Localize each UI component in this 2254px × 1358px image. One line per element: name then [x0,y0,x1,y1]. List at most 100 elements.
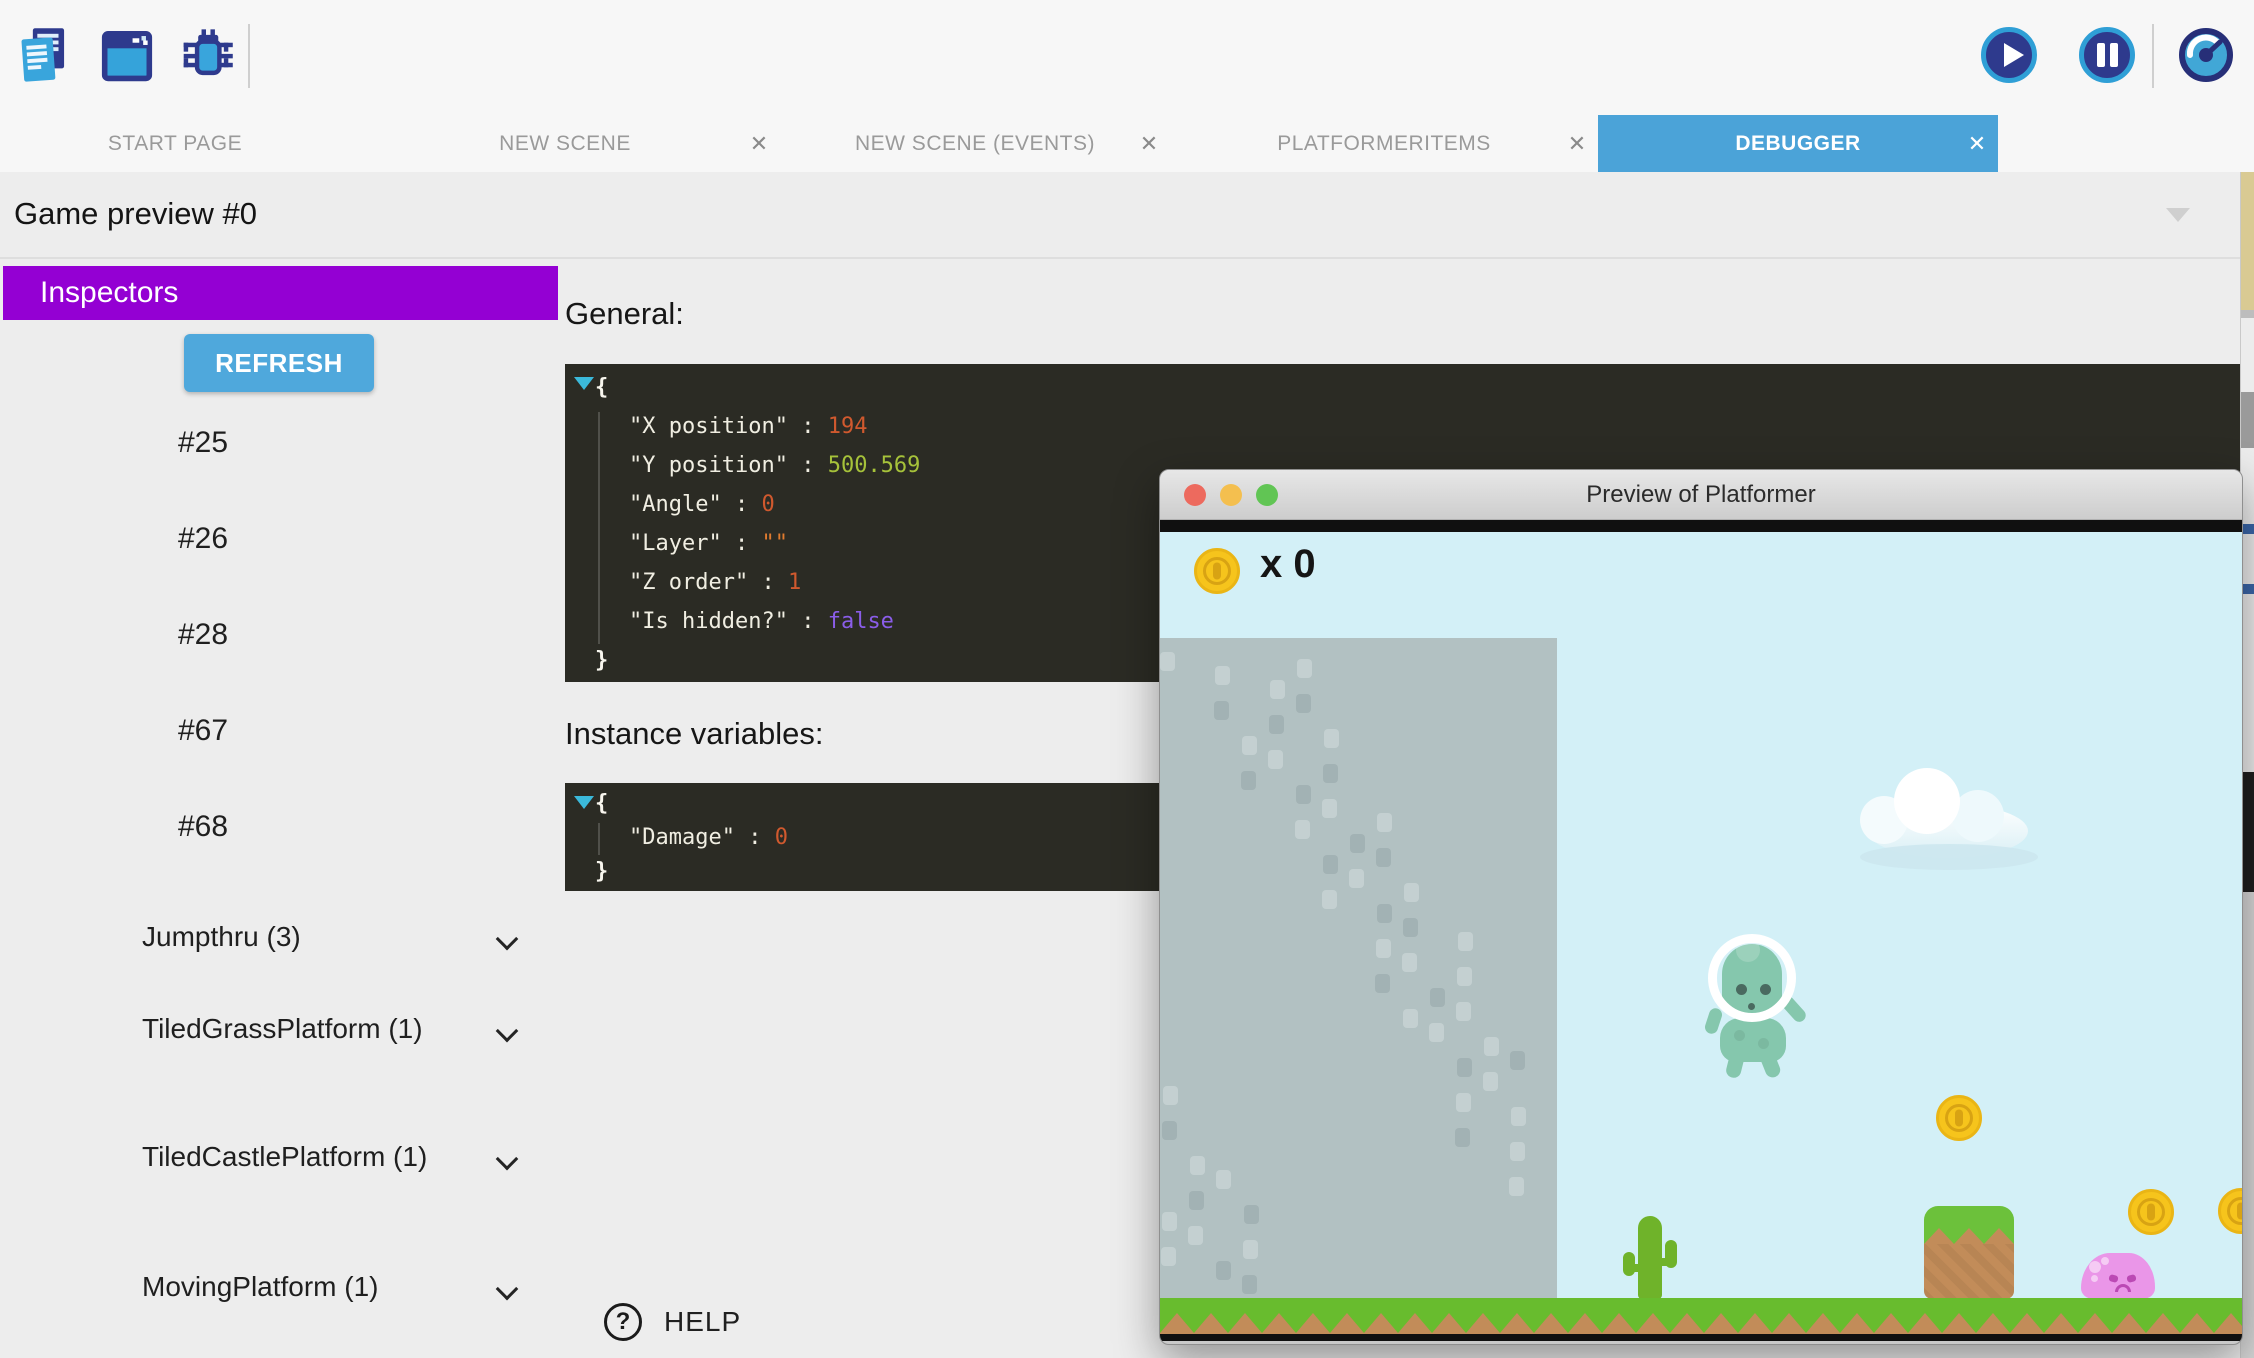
zigzag-tooth [1194,1313,1228,1333]
inspector-instance-item[interactable]: #67 [0,683,560,779]
inspector-instance-item[interactable]: #26 [0,491,560,587]
hud-coin-icon [1194,548,1240,594]
wall-tile [1244,1205,1259,1224]
json-colon: : [788,453,828,478]
zigzag-tooth [1908,1313,1942,1333]
wall-tile [1243,1240,1258,1259]
inspectors-header-label: Inspectors [3,266,558,320]
toolbar-separator [248,24,250,88]
wall-tile [1268,750,1283,769]
wall-tile [1189,1191,1204,1210]
preview-selector-label: Game preview #0 [14,196,257,232]
chevron-down-icon[interactable] [496,1148,519,1171]
json-value: 500.569 [828,453,921,478]
wall-tile [1429,1023,1444,1042]
tab-close-icon[interactable]: ✕ [1134,131,1164,157]
tab-label: NEW SCENE [499,132,631,156]
window-top-strip [1160,520,2242,532]
json-value: 194 [828,414,868,439]
inspectors-header: Inspectors [3,266,558,320]
wall-tile [1484,1037,1499,1056]
inspector-instance-list: #25#26#28#67#68 [0,395,560,875]
chevron-down-icon[interactable] [496,1278,519,1301]
wall-tile [1323,855,1338,874]
wall-tile [1190,1156,1205,1175]
zigzag-tooth [2146,1313,2180,1333]
play-triangle [2004,43,2024,67]
wall-tile [1349,869,1364,888]
pause-bar [2097,43,2105,67]
wall-tile [1458,932,1473,951]
wall-tile [1270,680,1285,699]
game-viewport[interactable]: x 0 [1160,532,2242,1334]
json-value: 0 [761,492,774,517]
group-label: Jumpthru (3) [142,908,472,954]
inspector-group-item[interactable]: Jumpthru (3) [142,908,562,970]
chevron-down-icon[interactable] [496,1020,519,1043]
pages-icon[interactable] [15,26,73,84]
zigzag-tooth [1160,1313,1194,1333]
zigzag-tooth [2180,1313,2214,1333]
json-value: false [828,609,894,634]
pause-icon[interactable] [2079,27,2135,83]
inspector-group-item[interactable]: MovingPlatform (1) [142,1258,562,1320]
wall-tile [1404,883,1419,902]
tab-start-page[interactable]: START PAGE [0,115,350,172]
wall-tile [1322,890,1337,909]
tab-new-scene[interactable]: NEW SCENE ✕ [350,115,780,172]
group-label: MovingPlatform (1) [142,1258,472,1304]
wall-tile [1215,666,1230,685]
json-value: 1 [788,570,801,595]
wall-tile [1322,799,1337,818]
tab-debugger[interactable]: DEBUGGER✕ [1598,115,1998,172]
tab-close-icon[interactable]: ✕ [744,131,774,157]
zigzag-tooth [1976,1313,2010,1333]
indent-guide [598,823,600,855]
debugger-bug-icon[interactable] [177,26,235,84]
coin-sprite [2128,1189,2174,1235]
tab-close-icon[interactable]: ✕ [1962,131,1992,157]
speed-gauge-icon[interactable] [2178,27,2234,83]
wall-tile [1403,1009,1418,1028]
inspector-group-item[interactable]: TiledGrassPlatform (1) [142,1000,562,1100]
refresh-button[interactable]: REFRESH [184,334,374,392]
wall-tile [1511,1107,1526,1126]
cactus-sprite [1623,1216,1677,1299]
wall-tile [1214,701,1229,720]
wall-tile [1188,1226,1203,1245]
json-key: "Y position" [629,453,788,478]
collapse-triangle-icon[interactable] [574,377,594,390]
json-colon: : [748,570,788,595]
question-circle-icon: ? [604,1303,642,1341]
tab-new-scene-events-[interactable]: NEW SCENE (EVENTS) ✕ [780,115,1170,172]
pause-bar [2110,43,2118,67]
inspector-group-item[interactable]: TiledCastlePlatform (1) [142,1128,562,1228]
caret-down-icon[interactable] [2166,208,2190,222]
wall-tile [1242,736,1257,755]
inspector-instance-item[interactable]: #28 [0,587,560,683]
zigzag-tooth [1364,1313,1398,1333]
json-key: "Damage" [629,825,735,850]
inspector-instance-item[interactable]: #68 [0,779,560,875]
wall-tile [1241,771,1256,790]
preview-window[interactable]: Preview of Platformer x 0 [1159,469,2243,1345]
wall-tile [1350,834,1365,853]
play-icon[interactable] [1981,27,2037,83]
wall-tile [1455,1128,1470,1147]
json-key: "Is hidden?" [629,609,788,634]
chevron-down-icon[interactable] [496,928,519,951]
wall-tile [1510,1142,1525,1161]
help-button[interactable]: ? HELP [604,1300,741,1344]
preview-window-titlebar[interactable]: Preview of Platformer [1160,470,2242,520]
inspector-instance-item[interactable]: #25 [0,395,560,491]
zigzag-tooth [1806,1313,1840,1333]
tab-platformeritems[interactable]: PLATFORMERITEMS✕ [1170,115,1598,172]
preview-selector-row[interactable]: Game preview #0 [0,172,2254,258]
tab-label: NEW SCENE (EVENTS) [855,132,1095,156]
wall-tile [1483,1072,1498,1091]
window-icon[interactable] [98,26,156,84]
group-label: TiledCastlePlatform (1) [142,1128,472,1174]
tab-close-icon[interactable]: ✕ [1562,131,1592,157]
collapse-triangle-icon[interactable] [574,796,594,809]
wall-tile [1323,764,1338,783]
